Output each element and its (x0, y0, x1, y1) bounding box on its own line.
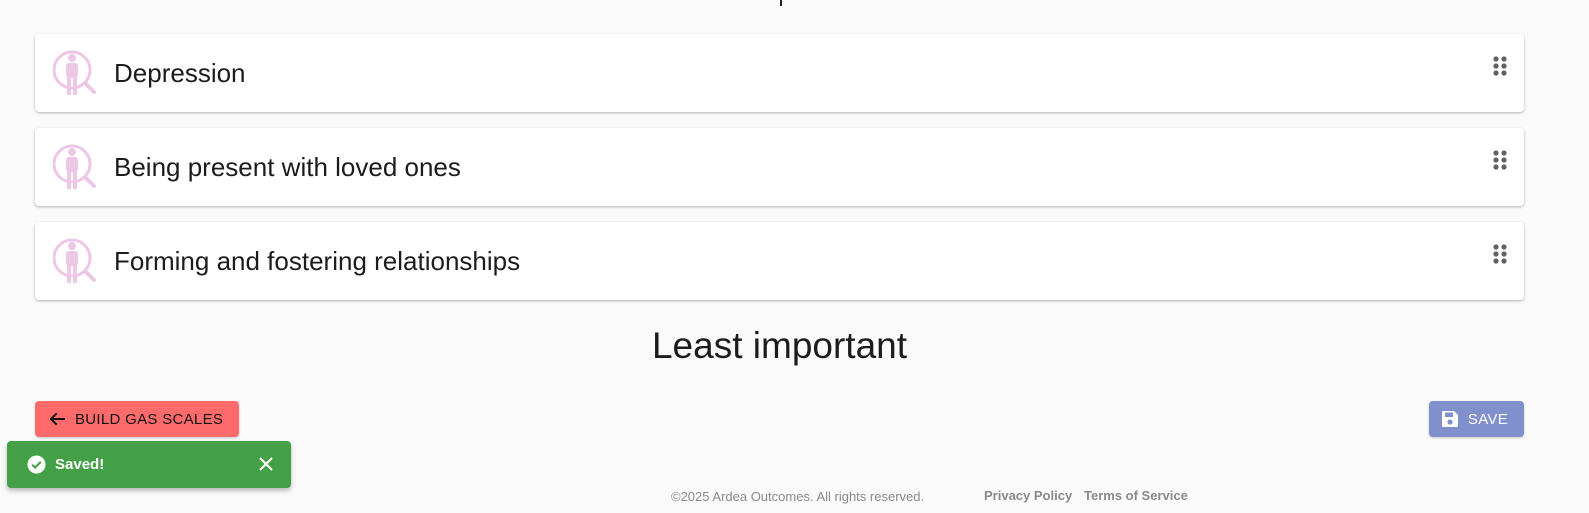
drag-handle-icon[interactable] (1492, 244, 1508, 270)
priority-card[interactable]: Being present with loved ones (35, 128, 1524, 206)
toast-message: Saved! (55, 456, 105, 473)
priority-card[interactable]: Depression (35, 34, 1524, 112)
save-button[interactable]: SAVE (1428, 401, 1524, 437)
priority-label: Being present with loved ones (114, 152, 461, 182)
copyright-text: ©2025 Ardea Outcomes. All rights reserve… (671, 489, 925, 504)
saved-toast: Saved! (7, 441, 291, 488)
person-search-icon (53, 50, 96, 95)
footer: ©2025 Ardea Outcomes. All rights reserve… (0, 487, 1589, 507)
build-gas-scales-label: BUILD GAS SCALES (75, 410, 224, 428)
priority-ranking-list: Depression Being present with loved ones (35, 34, 1524, 316)
terms-of-service-link[interactable]: Terms of Service (1084, 488, 1188, 503)
drag-handle-icon[interactable] (1492, 56, 1508, 82)
drag-handle-icon[interactable] (1492, 150, 1508, 176)
least-important-label: Least important (651, 325, 908, 366)
priority-label: Forming and fostering relationships (114, 246, 521, 276)
priority-card[interactable]: Forming and fostering relationships (35, 222, 1524, 300)
previous-section-label-fragment (780, 0, 794, 6)
save-label: SAVE (1467, 410, 1508, 428)
check-circle-icon (27, 455, 46, 474)
floppy-disk-icon (1441, 411, 1458, 427)
privacy-policy-link[interactable]: Privacy Policy (984, 488, 1072, 503)
build-gas-scales-button[interactable]: BUILD GAS SCALES (35, 401, 240, 437)
close-icon[interactable] (257, 455, 275, 473)
person-search-icon (53, 238, 96, 283)
person-search-icon (53, 144, 96, 189)
priority-label: Depression (114, 58, 246, 88)
arrow-left-icon (49, 412, 65, 426)
